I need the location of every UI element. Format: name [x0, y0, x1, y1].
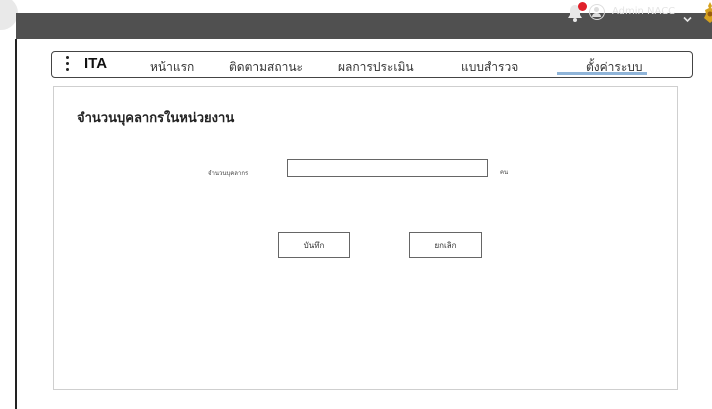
- brand-logo-text[interactable]: ITA: [84, 55, 107, 72]
- unit-label: คน: [500, 169, 509, 176]
- nav-item-track-status[interactable]: ติดตามสถานะ: [229, 58, 303, 77]
- nav-item-survey[interactable]: แบบสำรวจ: [461, 58, 518, 77]
- active-tab-indicator: [557, 72, 647, 75]
- top-header-bar: [16, 13, 712, 39]
- notification-badge: [578, 2, 587, 11]
- bell-icon[interactable]: [567, 2, 587, 22]
- kebab-menu-icon[interactable]: [66, 56, 70, 73]
- main-navbar: ITA หน้าแรก ติดตามสถานะ ผลการประเมิน แบบ…: [51, 51, 693, 78]
- page-title: จำนวนบุคลากรในหน่วยงาน: [77, 111, 235, 126]
- nav-item-home[interactable]: หน้าแรก: [150, 58, 194, 77]
- cancel-button[interactable]: ยกเลิก: [409, 232, 482, 258]
- emblem-icon: [703, 2, 712, 28]
- save-button[interactable]: บันทึก: [278, 232, 350, 258]
- user-circle-icon[interactable]: [589, 4, 605, 20]
- personnel-count-input[interactable]: [287, 159, 488, 177]
- page-left-border: [15, 39, 17, 409]
- nav-item-results[interactable]: ผลการประเมิน: [338, 58, 414, 77]
- chevron-down-icon[interactable]: [683, 8, 692, 27]
- personnel-count-label: จำนวนบุคลากร: [208, 170, 249, 177]
- user-name[interactable]: Admin NACC: [612, 6, 675, 17]
- form-panel: จำนวนบุคลากรในหน่วยงาน จำนวนบุคลากร คน บ…: [53, 86, 678, 390]
